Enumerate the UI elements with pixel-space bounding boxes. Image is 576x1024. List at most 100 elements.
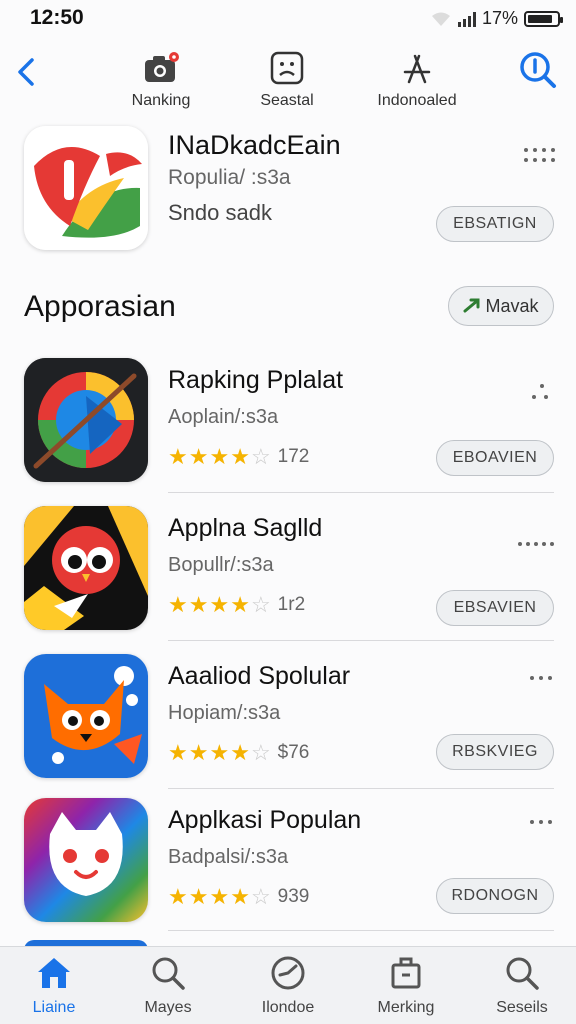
- more-options-icon[interactable]: [518, 540, 554, 560]
- clock-icon: [271, 956, 305, 990]
- nav-item-ranking[interactable]: Nanking: [106, 48, 216, 110]
- nav-item-search[interactable]: Seastal: [232, 48, 342, 110]
- rating-count: $76: [277, 742, 310, 763]
- star-icon: ★: [168, 884, 188, 909]
- star-icon: ★: [188, 740, 209, 765]
- app-get-button[interactable]: EBOAVIEN: [436, 440, 554, 476]
- more-options-icon[interactable]: [530, 674, 554, 694]
- tab-home[interactable]: Liaine: [4, 953, 104, 1017]
- sad-face-box-icon: [270, 51, 304, 85]
- star-icon: ★: [209, 740, 230, 765]
- star-icon: ★: [168, 592, 188, 617]
- featured-app-icon[interactable]: [24, 126, 148, 250]
- app-icon[interactable]: [24, 654, 148, 778]
- battery-icon: [524, 10, 563, 27]
- status-icons: 17%: [430, 8, 563, 29]
- app-icon[interactable]: [24, 798, 148, 922]
- camera-badge-icon: [145, 52, 179, 82]
- tab-clock[interactable]: Ilondoe: [238, 953, 338, 1017]
- briefcase-icon: [391, 957, 421, 989]
- tab-search[interactable]: Mayes: [118, 953, 218, 1017]
- top-nav: Nanking Seastal Indonoaled: [0, 40, 576, 120]
- section-more-button[interactable]: Mavak: [448, 286, 554, 326]
- fox-logo-icon: [24, 654, 148, 778]
- app-name: Applkasi Populan: [168, 806, 362, 834]
- nav-item-downloaded[interactable]: Indonoaled: [362, 48, 472, 110]
- section-more-label: Mavak: [485, 295, 539, 316]
- app-get-button[interactable]: EBSAVIEN: [436, 590, 554, 626]
- nav-item-label: Indonoaled: [377, 92, 457, 109]
- status-bar: 12:50 17%: [0, 0, 576, 36]
- tab-label: Mayes: [144, 999, 192, 1016]
- rating-count: 172: [277, 446, 310, 467]
- signal-icon: [457, 11, 476, 27]
- app-row[interactable]: Aaaliod Spolular Hopiam/:s3a ★ ★ ★ ★ ☆ $…: [0, 654, 576, 800]
- search-icon: [152, 957, 185, 990]
- app-icon[interactable]: [24, 506, 148, 630]
- star-icon: ★: [209, 444, 230, 469]
- featured-app-title: INaDkadcEain: [168, 130, 341, 160]
- featured-app-category: Ropulia/ :s3a: [168, 166, 291, 189]
- star-icon: ★: [230, 444, 250, 469]
- rating-count: 939: [277, 886, 310, 907]
- rating-count: 1r2: [277, 594, 306, 615]
- app-name: Aaaliod Spolular: [168, 662, 351, 690]
- featured-logo-icon: [24, 126, 148, 250]
- browser-logo-icon: [24, 358, 148, 482]
- arrow-icon: [463, 298, 480, 313]
- search-icon: [506, 957, 539, 990]
- star-empty-icon: ☆: [250, 740, 271, 765]
- app-row[interactable]: Rapking Pplalat Aoplain/:s3a ★ ★ ★ ★ ☆ 1…: [0, 358, 576, 504]
- cat-logo-icon: [24, 798, 148, 922]
- divider: [168, 492, 554, 493]
- chevron-left-icon: [18, 58, 34, 86]
- owl-logo-icon: [24, 506, 148, 630]
- divider: [168, 640, 554, 641]
- featured-app[interactable]: INaDkadcEain Ropulia/ :s3a Sndo sadk EBS…: [0, 120, 576, 260]
- app-get-button[interactable]: RDONOGN: [436, 878, 554, 914]
- tab-marking[interactable]: Merking: [356, 953, 456, 1017]
- star-icon: ★: [209, 592, 230, 617]
- search-button[interactable]: [518, 50, 558, 90]
- star-empty-icon: ☆: [250, 884, 271, 909]
- app-category: Badpalsi/:s3a: [168, 846, 289, 868]
- app-rating: ★ ★ ★ ★ ☆ 1r2: [168, 592, 305, 618]
- nav-item-label: Seastal: [260, 92, 314, 109]
- app-icon[interactable]: [24, 358, 148, 482]
- more-options-icon[interactable]: [530, 382, 554, 402]
- more-options-icon[interactable]: [524, 146, 555, 166]
- app-store-a-icon: [403, 54, 431, 84]
- app-get-button[interactable]: RBSKVIEG: [436, 734, 554, 770]
- wifi-icon: [431, 12, 450, 26]
- app-row[interactable]: Applna Saglld Bopullr/:s3a ★ ★ ★ ★ ☆ 1r2…: [0, 506, 576, 652]
- app-name: Applna Saglld: [168, 514, 323, 542]
- divider: [168, 930, 554, 931]
- star-icon: ★: [209, 884, 230, 909]
- nav-item-label: Nanking: [131, 92, 191, 109]
- divider: [168, 788, 554, 789]
- battery-percent: 17%: [481, 8, 518, 28]
- back-button[interactable]: [14, 54, 38, 90]
- featured-get-button[interactable]: EBSATIGN: [436, 206, 554, 242]
- more-options-icon[interactable]: [530, 818, 554, 838]
- app-rating: ★ ★ ★ ★ ☆ 939: [168, 884, 309, 910]
- app-row[interactable]: Applkasi Populan Badpalsi/:s3a ★ ★ ★ ★ ☆…: [0, 798, 576, 944]
- star-empty-icon: ☆: [250, 444, 271, 469]
- featured-app-developer: Sndo sadk: [168, 200, 272, 225]
- star-empty-icon: ☆: [250, 592, 271, 617]
- app-category: Aoplain/:s3a: [168, 406, 279, 428]
- star-icon: ★: [230, 884, 250, 909]
- app-category: Bopullr/:s3a: [168, 554, 274, 576]
- tab-label: Seseils: [496, 999, 548, 1016]
- app-rating: ★ ★ ★ ★ ☆ 172: [168, 444, 309, 470]
- tab-label: Liaine: [32, 999, 76, 1016]
- tab-search-2[interactable]: Seseils: [472, 953, 572, 1017]
- star-icon: ★: [188, 884, 209, 909]
- star-icon: ★: [188, 592, 209, 617]
- app-name: Rapking Pplalat: [168, 366, 344, 394]
- tab-label: Merking: [377, 999, 435, 1016]
- star-icon: ★: [168, 740, 188, 765]
- app-rating: ★ ★ ★ ★ ☆ $76: [168, 740, 309, 766]
- star-icon: ★: [168, 444, 188, 469]
- status-time: 12:50: [30, 6, 84, 29]
